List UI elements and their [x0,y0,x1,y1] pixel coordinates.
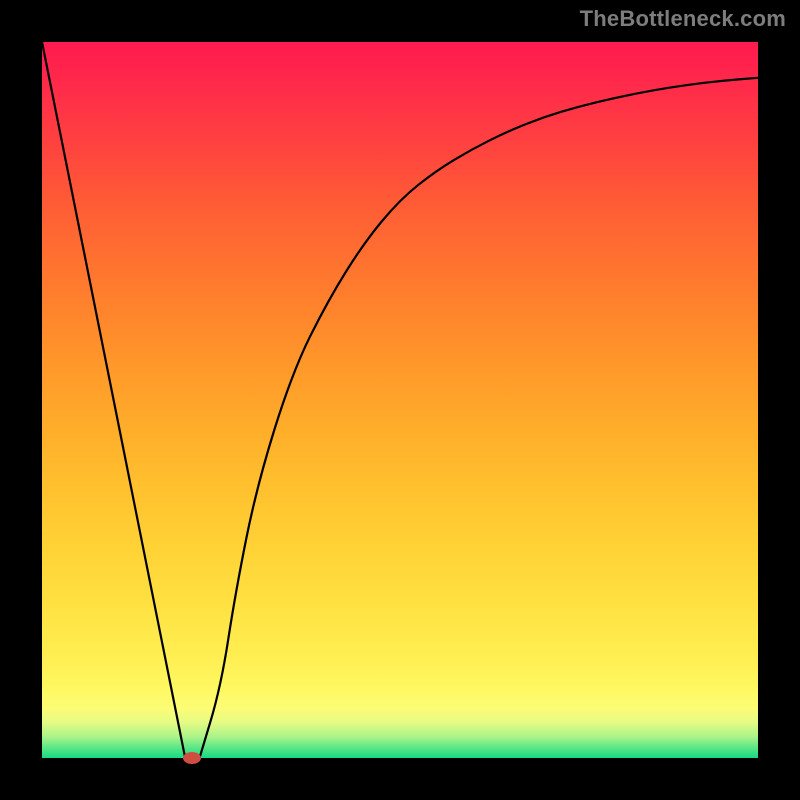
watermark-text: TheBottleneck.com [580,6,786,32]
optimal-point-marker [183,752,201,764]
outer-frame: TheBottleneck.com [0,0,800,800]
bottleneck-curve [42,42,758,758]
